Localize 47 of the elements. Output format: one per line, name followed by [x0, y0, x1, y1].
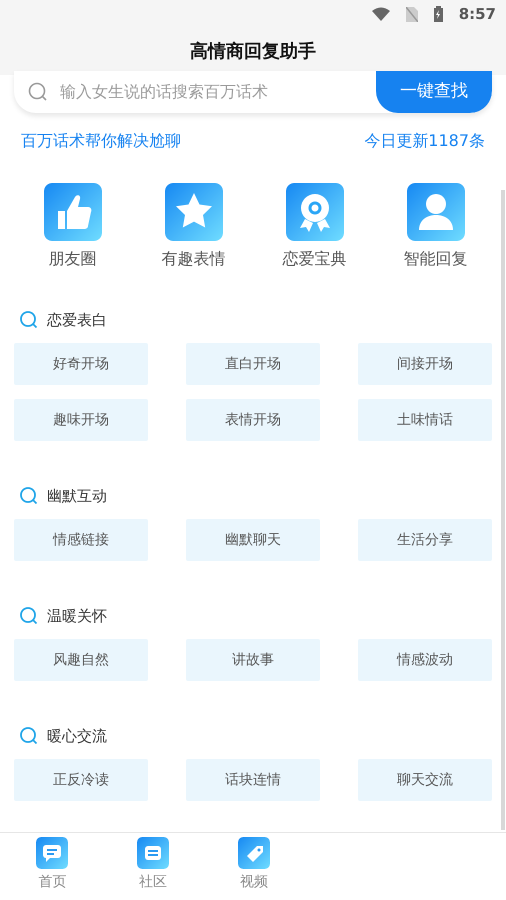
topic-button[interactable]: 生活分享	[358, 519, 492, 561]
battery-icon	[434, 6, 443, 22]
nav-tab[interactable]: 首页	[2, 833, 103, 900]
search-icon	[19, 486, 39, 506]
search-icon	[19, 310, 39, 330]
feature-label[interactable]: 智能回复	[404, 247, 468, 271]
search-icon	[28, 82, 48, 102]
section-title: 暖心交流	[47, 726, 107, 747]
topic-button[interactable]: 情感链接	[14, 519, 148, 561]
search-icon	[19, 726, 39, 746]
topic-button[interactable]: 幽默聊天	[186, 519, 320, 561]
topic-button[interactable]: 表情开场	[186, 399, 320, 441]
thumbs-up-icon[interactable]	[44, 183, 102, 241]
chat-icon	[36, 837, 68, 869]
topic-button[interactable]: 直白开场	[186, 343, 320, 385]
wifi-icon	[372, 7, 390, 21]
section-title: 温暖关怀	[47, 606, 107, 627]
topic-button[interactable]: 讲故事	[186, 639, 320, 681]
list-icon	[137, 837, 170, 869]
topic-button[interactable]: 情感波动	[358, 639, 492, 681]
topic-button[interactable]: 话块连情	[186, 759, 320, 801]
topic-button[interactable]: 土味情话	[358, 399, 492, 441]
topic-button[interactable]: 好奇开场	[14, 343, 148, 385]
feature-label[interactable]: 恋爱宝典	[282, 247, 346, 271]
topic-button[interactable]: 间接开场	[358, 343, 492, 385]
topic-button[interactable]: 风趣自然	[14, 639, 148, 681]
nav-tab[interactable]: 社区	[102, 833, 204, 900]
update-count: 今日更新1187条	[364, 130, 485, 152]
section-title: 恋爱表白	[47, 310, 107, 331]
medal-icon[interactable]	[286, 183, 344, 241]
nav-tab[interactable]: 视频	[204, 833, 304, 900]
clock-time: 8:57	[458, 4, 496, 25]
section-title: 幽默互动	[47, 486, 107, 507]
no-sim-icon	[406, 6, 418, 22]
search-bar[interactable]: 输入女生说的话搜索百万话术 一键查找	[14, 71, 492, 113]
app-title: 高情商回复助手	[190, 40, 316, 64]
topic-button[interactable]: 聊天交流	[358, 759, 492, 801]
feature-label[interactable]: 朋友圈	[48, 247, 96, 271]
scrollbar[interactable]	[501, 190, 505, 830]
tag-icon	[238, 837, 270, 869]
tagline-link[interactable]: 百万话术帮你解决尬聊	[21, 129, 181, 153]
search-button[interactable]: 一键查找	[376, 71, 492, 113]
topic-button[interactable]: 正反冷读	[14, 759, 148, 801]
feature-label[interactable]: 有趣表情	[162, 247, 226, 271]
person-icon[interactable]	[406, 183, 464, 241]
search-icon	[19, 606, 39, 626]
topic-button[interactable]: 趣味开场	[14, 399, 148, 441]
